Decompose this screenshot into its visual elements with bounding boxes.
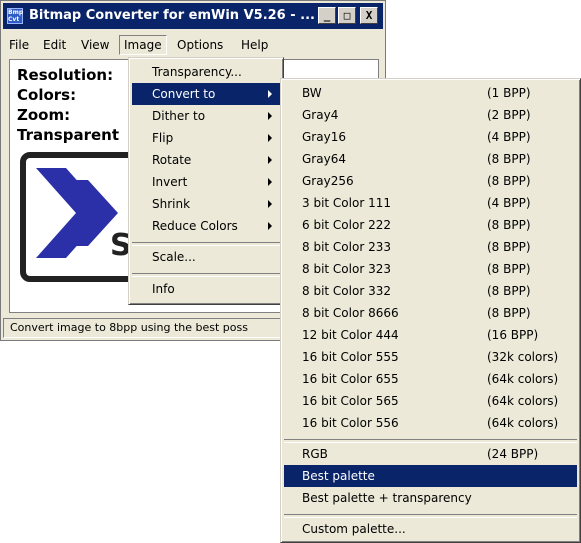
convert-item-custom-palette[interactable]: Custom palette... (284, 518, 577, 540)
menu-item-shrink[interactable]: Shrink (132, 193, 280, 215)
menu-item-scale[interactable]: Scale... (132, 246, 280, 268)
menu-item-convert-to[interactable]: Convert to (132, 83, 280, 105)
menu-options[interactable]: Options (173, 36, 227, 54)
close-icon: X (365, 9, 373, 22)
menu-item-dither-to[interactable]: Dither to (132, 105, 280, 127)
maximize-button[interactable]: □ (338, 7, 356, 24)
convert-item-color-8666[interactable]: 8 bit Color 8666 (8 BPP) (284, 302, 577, 324)
transparent-label: Transparent (17, 126, 119, 144)
app-icon: Bmp Cvt (7, 8, 24, 24)
convert-item-best-palette[interactable]: Best palette (284, 465, 577, 487)
convert-item-gray64[interactable]: Gray64 (8 BPP) (284, 148, 577, 170)
convert-item-bw[interactable]: BW (1 BPP) (284, 82, 577, 104)
submenu-arrow-icon (268, 222, 272, 230)
convert-item-gray16[interactable]: Gray16 (4 BPP) (284, 126, 577, 148)
convert-to-submenu: BW (1 BPP) Gray4 (2 BPP) Gray16 (4 BPP) Gra… (280, 78, 581, 543)
menu-item-flip[interactable]: Flip (132, 127, 280, 149)
submenu-arrow-icon (268, 112, 272, 120)
submenu-arrow-icon (268, 134, 272, 142)
submenu-arrow-icon (268, 200, 272, 208)
menu-edit[interactable]: Edit (39, 36, 70, 54)
convert-item-color-332[interactable]: 8 bit Color 332 (8 BPP) (284, 280, 577, 302)
convert-item-color-555[interactable]: 16 bit Color 555 (32k colors) (284, 346, 577, 368)
convert-item-color-233[interactable]: 8 bit Color 233 (8 BPP) (284, 236, 577, 258)
menu-bar: File Edit View Image Options Help (3, 33, 383, 55)
convert-item-color-444[interactable]: 12 bit Color 444 (16 BPP) (284, 324, 577, 346)
convert-item-color-323[interactable]: 8 bit Color 323 (8 BPP) (284, 258, 577, 280)
menu-item-rotate[interactable]: Rotate (132, 149, 280, 171)
resolution-label: Resolution: (17, 66, 114, 84)
minimize-icon: _ (323, 9, 331, 22)
convert-item-color-655[interactable]: 16 bit Color 655 (64k colors) (284, 368, 577, 390)
convert-item-color-556[interactable]: 16 bit Color 556 (64k colors) (284, 412, 577, 434)
submenu-arrow-icon (268, 178, 272, 186)
maximize-icon: □ (343, 9, 351, 22)
close-button[interactable]: X (360, 7, 378, 24)
submenu-arrow-icon (268, 156, 272, 164)
convert-item-color-111[interactable]: 3 bit Color 111 (4 BPP) (284, 192, 577, 214)
menu-item-invert[interactable]: Invert (132, 171, 280, 193)
minimize-button[interactable]: _ (318, 7, 336, 24)
title-bar[interactable]: Bmp Cvt Bitmap Converter for emWin V5.26… (3, 3, 383, 29)
image-menu: Transparency... Convert to Dither to Fli… (128, 57, 284, 305)
menu-help[interactable]: Help (237, 36, 272, 54)
convert-item-color-565[interactable]: 16 bit Color 565 (64k colors) (284, 390, 577, 412)
convert-item-gray4[interactable]: Gray4 (2 BPP) (284, 104, 577, 126)
menu-view[interactable]: View (77, 36, 113, 54)
menu-item-transparency[interactable]: Transparency... (132, 61, 280, 83)
submenu-arrow-icon (268, 90, 272, 98)
convert-item-gray256[interactable]: Gray256 (8 BPP) (284, 170, 577, 192)
menu-separator (132, 273, 280, 277)
zoom-label: Zoom: (17, 106, 71, 124)
window-title: Bitmap Converter for emWin V5.26 - ... (29, 8, 315, 23)
menu-file[interactable]: File (5, 36, 33, 54)
colors-label: Colors: (17, 86, 77, 104)
convert-item-rgb[interactable]: RGB (24 BPP) (284, 443, 577, 465)
menu-item-info[interactable]: Info (132, 278, 280, 300)
menu-image[interactable]: Image (119, 35, 167, 55)
convert-item-best-palette-transparency[interactable]: Best palette + transparency (284, 487, 577, 509)
convert-item-color-222[interactable]: 6 bit Color 222 (8 BPP) (284, 214, 577, 236)
menu-item-reduce-colors[interactable]: Reduce Colors (132, 215, 280, 237)
